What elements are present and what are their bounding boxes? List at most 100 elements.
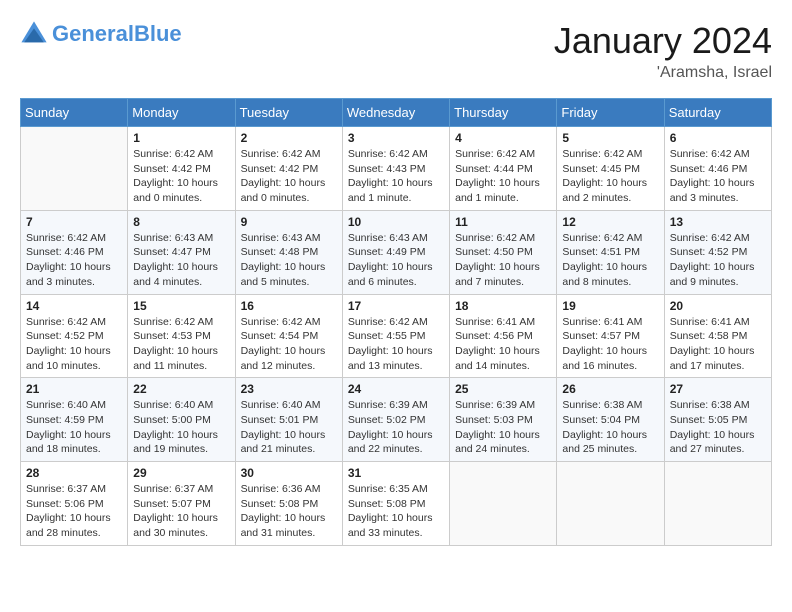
day-number: 26 <box>562 382 658 396</box>
logo-general: General <box>52 21 134 46</box>
day-number: 7 <box>26 215 122 229</box>
day-number: 27 <box>670 382 766 396</box>
day-number: 25 <box>455 382 551 396</box>
day-number: 30 <box>241 466 337 480</box>
day-number: 8 <box>133 215 229 229</box>
calendar-day-cell <box>557 462 664 546</box>
day-number: 13 <box>670 215 766 229</box>
calendar-week-row: 21 Sunrise: 6:40 AMSunset: 4:59 PMDayligh… <box>21 378 772 462</box>
logo-icon <box>20 20 48 48</box>
month-year-title: January 2024 <box>554 20 772 62</box>
calendar-week-row: 14Sunrise: 6:42 AMSunset: 4:52 PMDayligh… <box>21 294 772 378</box>
logo: GeneralBlue <box>20 20 182 48</box>
day-number: 17 <box>348 299 444 313</box>
day-sun-info: Sunrise: 6:42 AMSunset: 4:52 PMDaylight:… <box>26 315 122 374</box>
calendar-day-cell: 5 Sunrise: 6:42 AMSunset: 4:45 PMDaylight… <box>557 127 664 211</box>
calendar-header-row: SundayMondayTuesdayWednesdayThursdayFrid… <box>21 99 772 127</box>
day-number: 12 <box>562 215 658 229</box>
calendar-week-row: 28 Sunrise: 6:37 AMSunset: 5:06 PMDayligh… <box>21 462 772 546</box>
day-sun-info: Sunrise: 6:42 AMSunset: 4:42 PMDaylight:… <box>133 147 229 206</box>
day-number: 1 <box>133 131 229 145</box>
day-number: 29 <box>133 466 229 480</box>
day-sun-info: Sunrise: 6:40 AMSunset: 4:59 PMDaylight:… <box>26 398 122 457</box>
calendar-day-cell: 27 Sunrise: 6:38 AMSunset: 5:05 PMDayligh… <box>664 378 771 462</box>
day-sun-info: Sunrise: 6:36 AMSunset: 5:08 PMDaylight:… <box>241 482 337 541</box>
day-number: 31 <box>348 466 444 480</box>
logo-text: GeneralBlue <box>52 23 182 45</box>
day-sun-info: Sunrise: 6:35 AMSunset: 5:08 PMDaylight:… <box>348 482 444 541</box>
calendar-table: SundayMondayTuesdayWednesdayThursdayFrid… <box>20 98 772 546</box>
day-of-week-header: Wednesday <box>342 99 449 127</box>
calendar-week-row: 7Sunrise: 6:42 AMSunset: 4:46 PMDaylight… <box>21 210 772 294</box>
calendar-day-cell: 19Sunrise: 6:41 AMSunset: 4:57 PMDayligh… <box>557 294 664 378</box>
day-number: 20 <box>670 299 766 313</box>
day-sun-info: Sunrise: 6:42 AMSunset: 4:43 PMDaylight:… <box>348 147 444 206</box>
day-sun-info: Sunrise: 6:40 AMSunset: 5:00 PMDaylight:… <box>133 398 229 457</box>
day-number: 24 <box>348 382 444 396</box>
calendar-day-cell: 22Sunrise: 6:40 AMSunset: 5:00 PMDayligh… <box>128 378 235 462</box>
calendar-day-cell: 13 Sunrise: 6:42 AMSunset: 4:52 PMDayligh… <box>664 210 771 294</box>
day-number: 28 <box>26 466 122 480</box>
title-block: January 2024 'Aramsha, Israel <box>554 20 772 82</box>
calendar-day-cell: 18 Sunrise: 6:41 AMSunset: 4:56 PMDayligh… <box>450 294 557 378</box>
day-sun-info: Sunrise: 6:41 AMSunset: 4:58 PMDaylight:… <box>670 315 766 374</box>
calendar-day-cell: 30 Sunrise: 6:36 AMSunset: 5:08 PMDayligh… <box>235 462 342 546</box>
calendar-day-cell: 15 Sunrise: 6:42 AMSunset: 4:53 PMDayligh… <box>128 294 235 378</box>
day-number: 4 <box>455 131 551 145</box>
day-number: 19 <box>562 299 658 313</box>
calendar-day-cell: 31 Sunrise: 6:35 AMSunset: 5:08 PMDayligh… <box>342 462 449 546</box>
calendar-day-cell: 24 Sunrise: 6:39 AMSunset: 5:02 PMDayligh… <box>342 378 449 462</box>
day-sun-info: Sunrise: 6:42 AMSunset: 4:53 PMDaylight:… <box>133 315 229 374</box>
calendar-week-row: 1 Sunrise: 6:42 AMSunset: 4:42 PMDaylight… <box>21 127 772 211</box>
day-number: 23 <box>241 382 337 396</box>
calendar-day-cell <box>21 127 128 211</box>
day-sun-info: Sunrise: 6:42 AMSunset: 4:51 PMDaylight:… <box>562 231 658 290</box>
calendar-day-cell: 6 Sunrise: 6:42 AMSunset: 4:46 PMDaylight… <box>664 127 771 211</box>
day-sun-info: Sunrise: 6:38 AMSunset: 5:04 PMDaylight:… <box>562 398 658 457</box>
day-sun-info: Sunrise: 6:37 AMSunset: 5:07 PMDaylight:… <box>133 482 229 541</box>
day-sun-info: Sunrise: 6:38 AMSunset: 5:05 PMDaylight:… <box>670 398 766 457</box>
day-sun-info: Sunrise: 6:37 AMSunset: 5:06 PMDaylight:… <box>26 482 122 541</box>
calendar-day-cell: 29 Sunrise: 6:37 AMSunset: 5:07 PMDayligh… <box>128 462 235 546</box>
location-subtitle: 'Aramsha, Israel <box>554 64 772 82</box>
day-sun-info: Sunrise: 6:42 AMSunset: 4:52 PMDaylight:… <box>670 231 766 290</box>
day-number: 10 <box>348 215 444 229</box>
calendar-day-cell: 23 Sunrise: 6:40 AMSunset: 5:01 PMDayligh… <box>235 378 342 462</box>
day-number: 3 <box>348 131 444 145</box>
calendar-day-cell: 9 Sunrise: 6:43 AMSunset: 4:48 PMDaylight… <box>235 210 342 294</box>
day-of-week-header: Monday <box>128 99 235 127</box>
day-of-week-header: Sunday <box>21 99 128 127</box>
day-number: 18 <box>455 299 551 313</box>
calendar-day-cell: 3 Sunrise: 6:42 AMSunset: 4:43 PMDaylight… <box>342 127 449 211</box>
day-sun-info: Sunrise: 6:43 AMSunset: 4:48 PMDaylight:… <box>241 231 337 290</box>
day-sun-info: Sunrise: 6:41 AMSunset: 4:56 PMDaylight:… <box>455 315 551 374</box>
day-sun-info: Sunrise: 6:42 AMSunset: 4:42 PMDaylight:… <box>241 147 337 206</box>
day-sun-info: Sunrise: 6:43 AMSunset: 4:47 PMDaylight:… <box>133 231 229 290</box>
calendar-day-cell <box>450 462 557 546</box>
day-sun-info: Sunrise: 6:40 AMSunset: 5:01 PMDaylight:… <box>241 398 337 457</box>
day-sun-info: Sunrise: 6:39 AMSunset: 5:03 PMDaylight:… <box>455 398 551 457</box>
day-number: 6 <box>670 131 766 145</box>
calendar-day-cell: 28 Sunrise: 6:37 AMSunset: 5:06 PMDayligh… <box>21 462 128 546</box>
day-number: 21 <box>26 382 122 396</box>
day-sun-info: Sunrise: 6:43 AMSunset: 4:49 PMDaylight:… <box>348 231 444 290</box>
day-sun-info: Sunrise: 6:42 AMSunset: 4:46 PMDaylight:… <box>670 147 766 206</box>
day-number: 9 <box>241 215 337 229</box>
calendar-day-cell: 14Sunrise: 6:42 AMSunset: 4:52 PMDayligh… <box>21 294 128 378</box>
calendar-day-cell: 26 Sunrise: 6:38 AMSunset: 5:04 PMDayligh… <box>557 378 664 462</box>
day-of-week-header: Tuesday <box>235 99 342 127</box>
day-sun-info: Sunrise: 6:42 AMSunset: 4:55 PMDaylight:… <box>348 315 444 374</box>
calendar-day-cell: 16Sunrise: 6:42 AMSunset: 4:54 PMDayligh… <box>235 294 342 378</box>
calendar-day-cell <box>664 462 771 546</box>
calendar-day-cell: 25 Sunrise: 6:39 AMSunset: 5:03 PMDayligh… <box>450 378 557 462</box>
day-number: 15 <box>133 299 229 313</box>
calendar-day-cell: 20 Sunrise: 6:41 AMSunset: 4:58 PMDayligh… <box>664 294 771 378</box>
page-header: GeneralBlue January 2024 'Aramsha, Israe… <box>20 20 772 82</box>
day-number: 5 <box>562 131 658 145</box>
calendar-day-cell: 4Sunrise: 6:42 AMSunset: 4:44 PMDaylight… <box>450 127 557 211</box>
day-sun-info: Sunrise: 6:42 AMSunset: 4:45 PMDaylight:… <box>562 147 658 206</box>
day-sun-info: Sunrise: 6:42 AMSunset: 4:54 PMDaylight:… <box>241 315 337 374</box>
day-sun-info: Sunrise: 6:39 AMSunset: 5:02 PMDaylight:… <box>348 398 444 457</box>
day-of-week-header: Saturday <box>664 99 771 127</box>
calendar-day-cell: 8 Sunrise: 6:43 AMSunset: 4:47 PMDaylight… <box>128 210 235 294</box>
